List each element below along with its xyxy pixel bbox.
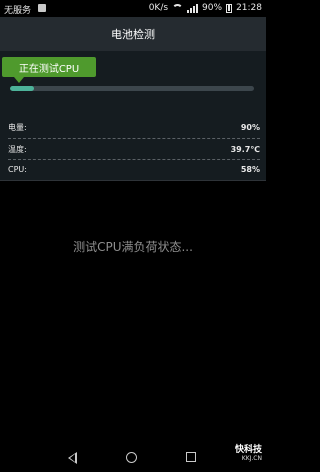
wifi-icon: [172, 3, 184, 13]
stat-value: 58%: [240, 164, 260, 174]
stat-value: 90%: [240, 122, 260, 132]
title-bar: 电池检测: [0, 17, 266, 51]
battery-icon: [226, 3, 233, 13]
stat-value: 39.7℃: [230, 144, 260, 154]
watermark-site: KKJ.CN: [241, 454, 262, 462]
status-panel: 正在测试CPU 电量: 90% 温度: 39.7℃ CPU: 58%: [0, 51, 266, 181]
signal-icon: [187, 3, 199, 13]
stat-label: CPU:: [8, 164, 27, 174]
network-speed: 0K/s: [148, 3, 169, 13]
carrier-label: 无服务: [4, 6, 32, 16]
stat-row-cpu: CPU: 58%: [8, 159, 260, 179]
nav-bar: [0, 444, 266, 472]
stat-row-temperature: 温度: 39.7℃: [8, 139, 260, 159]
testing-badge: 正在测试CPU: [2, 57, 96, 77]
sim-icon: [38, 4, 46, 12]
progress-fill: [10, 86, 35, 91]
home-circle-icon[interactable]: [126, 452, 137, 463]
clock: 21:28: [236, 3, 262, 13]
stat-label: 温度:: [8, 144, 27, 154]
status-bar: 无服务 0K/s 90% 21:28: [0, 0, 266, 17]
page-title: 电池检测: [111, 28, 155, 41]
progress-bar: [10, 86, 254, 91]
recent-square-icon[interactable]: [186, 452, 196, 462]
status-right: 0K/s 90% 21:28: [149, 3, 262, 13]
back-triangle-icon[interactable]: [68, 452, 77, 464]
battery-percent: 90%: [202, 3, 223, 13]
stat-label: 电量:: [8, 122, 27, 132]
test-status-message: 测试CPU满负荷状态...: [73, 240, 193, 254]
badge-pointer: [14, 77, 24, 83]
watermark: 快科技 KKJ.CN: [235, 445, 262, 462]
stat-row-battery: 电量: 90%: [8, 117, 260, 137]
